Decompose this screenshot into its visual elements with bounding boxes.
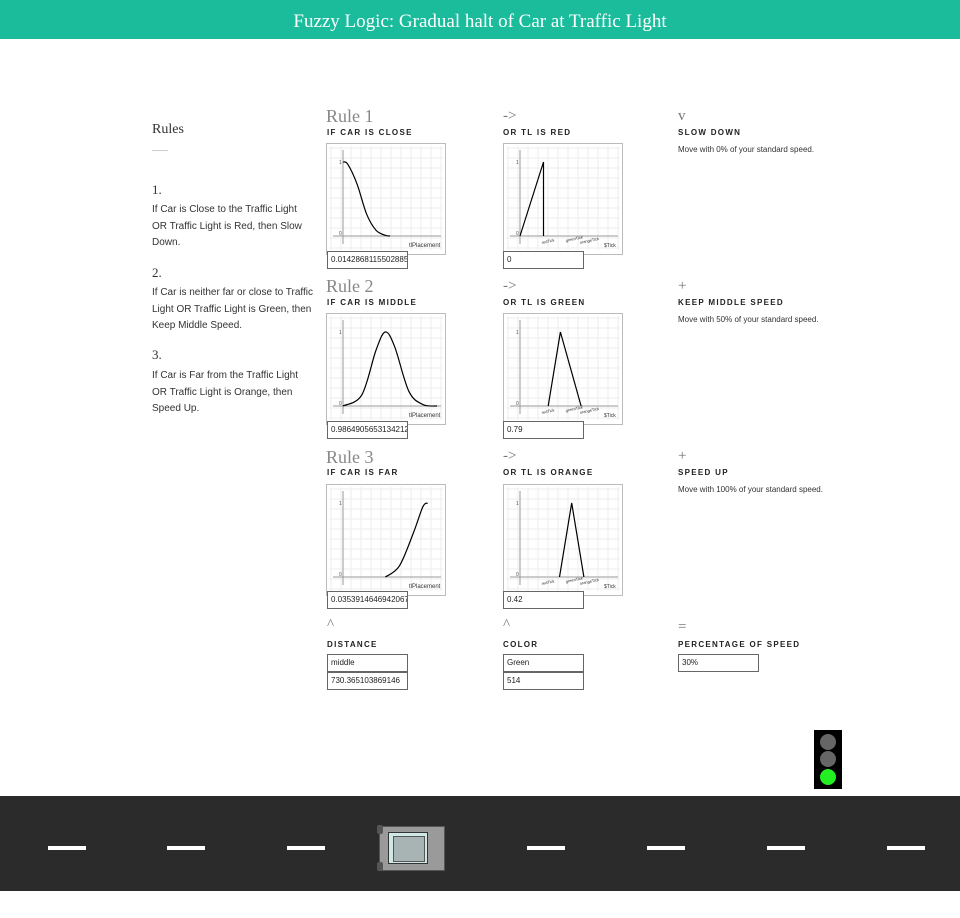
y-tick-label: 1 [516, 160, 519, 166]
distance-value-field[interactable]: 730.365103869146 [327, 672, 408, 690]
rule-3-title: Rule 3 [326, 447, 374, 467]
rule-3-action-desc: Move with 100% of your standard speed. [678, 485, 823, 494]
car-wheel [377, 862, 383, 871]
membership-curve [342, 331, 438, 407]
membership-curve [547, 331, 582, 407]
y-tick-label: 0 [339, 231, 342, 237]
lane-dash [48, 846, 86, 850]
rule-1-text: If Car is Close to the Traffic Light OR … [152, 204, 302, 248]
road [0, 796, 960, 891]
rule-2-title: Rule 2 [326, 276, 374, 296]
lane-dash [647, 846, 685, 850]
y-tick-label: 0 [339, 572, 342, 578]
rule-3-color-value[interactable]: 0.42 [503, 591, 584, 609]
x-tick-label: $Tick [604, 413, 616, 419]
car-windshield [388, 832, 428, 864]
rule-2-operator: + [678, 278, 687, 294]
rules-heading: Rules [152, 122, 184, 137]
distance-operator: ^ [327, 617, 335, 633]
lane-dash [527, 846, 565, 850]
rule-3-operator: + [678, 448, 687, 464]
rule-1-action-desc: Move with 0% of your standard speed. [678, 145, 815, 154]
speed-operator: = [678, 619, 687, 635]
rule-2-arrow: -> [503, 278, 517, 294]
rule-2-action-label: KEEP MIDDLE SPEED [678, 298, 784, 307]
distance-label: DISTANCE [327, 640, 378, 649]
y-tick-label: 1 [516, 501, 519, 507]
rule-1-distance-value[interactable]: 0.01428681155028858 [327, 251, 408, 269]
y-tick-label: 0 [339, 401, 342, 407]
traffic-light-green-lamp [820, 769, 836, 785]
rule-3-color-plot: 1 0 redTick greenTick orangeTick $Tick [503, 484, 623, 596]
rule-2-color-value[interactable]: 0.79 [503, 421, 584, 439]
lane-dash [767, 846, 805, 850]
lane-dash [287, 846, 325, 850]
membership-curve [342, 161, 391, 237]
rule-2-color-label: OR TL IS GREEN [503, 298, 586, 307]
y-tick-label: 1 [516, 330, 519, 336]
rule-3-distance-plot: 1 0 tlPlacement [326, 484, 446, 596]
y-tick-label: 1 [339, 330, 342, 336]
rules-divider [152, 150, 168, 151]
speed-value-field[interactable]: 30% [678, 654, 759, 672]
color-label: COLOR [503, 640, 539, 649]
rule-3-number: 3. [152, 347, 162, 362]
rule-3-text: If Car is Far from the Traffic Light OR … [152, 370, 298, 414]
x-tick-label: $Tick [604, 584, 616, 590]
y-tick-label: 0 [516, 572, 519, 578]
rule-2-number: 2. [152, 265, 162, 280]
speed-label: PERCENTAGE OF SPEED [678, 640, 801, 649]
distance-category-field[interactable]: middle [327, 654, 408, 672]
x-tick-label: $Tick [604, 243, 616, 249]
rule-3-color-label: OR TL IS ORANGE [503, 468, 594, 477]
y-tick-label: 0 [516, 231, 519, 237]
rule-3-arrow: -> [503, 448, 517, 464]
x-axis-label: tlPlacement [409, 243, 441, 249]
rule-1-color-value[interactable]: 0 [503, 251, 584, 269]
traffic-light-orange-lamp [820, 751, 836, 767]
rule-1-arrow: -> [503, 108, 517, 124]
rule-1-title: Rule 1 [326, 106, 374, 126]
rule-3-distance-value[interactable]: 0.03539146469420674 [327, 591, 408, 609]
membership-curve [519, 161, 545, 237]
x-axis-label: tlPlacement [409, 413, 441, 419]
lane-dash [887, 846, 925, 850]
y-tick-label: 1 [339, 501, 342, 507]
rule-1-number: 1. [152, 182, 162, 197]
car-wheel [377, 825, 383, 834]
rule-1-distance-label: IF CAR IS CLOSE [327, 128, 413, 137]
rule-1-color-plot: 1 0 redTick greenTick orangeTick $Tick [503, 143, 623, 255]
rule-3-action-label: SPEED UP [678, 468, 729, 477]
rule-1-distance-plot: 1 0 tlPlacement [326, 143, 446, 255]
page-title: Fuzzy Logic: Gradual halt of Car at Traf… [0, 0, 960, 39]
color-operator: ^ [503, 617, 511, 633]
rule-1-operator: v [678, 108, 686, 124]
rule-2-text: If Car is neither far or close to Traffi… [152, 287, 313, 331]
y-tick-label: 0 [516, 401, 519, 407]
car [377, 825, 445, 871]
color-category-field[interactable]: Green [503, 654, 584, 672]
rule-2-distance-value[interactable]: 0.9864905653134212 [327, 421, 408, 439]
car-roof [393, 836, 425, 862]
rule-2-distance-plot: 1 0 tlPlacement [326, 313, 446, 425]
rule-2-color-plot: 1 0 redTick greenTick orangeTick $Tick [503, 313, 623, 425]
traffic-light-red-lamp [820, 734, 836, 750]
color-value-field[interactable]: 514 [503, 672, 584, 690]
traffic-light [814, 730, 842, 789]
rule-1-action-label: SLOW DOWN [678, 128, 742, 137]
y-tick-label: 1 [339, 160, 342, 166]
lane-dash [167, 846, 205, 850]
x-axis-label: tlPlacement [409, 584, 441, 590]
rule-2-distance-label: IF CAR IS MIDDLE [327, 298, 418, 307]
rule-2-action-desc: Move with 50% of your standard speed. [678, 315, 819, 324]
membership-curve [558, 502, 585, 578]
rule-3-distance-label: IF CAR IS FAR [327, 468, 399, 477]
rule-1-color-label: OR TL IS RED [503, 128, 572, 137]
